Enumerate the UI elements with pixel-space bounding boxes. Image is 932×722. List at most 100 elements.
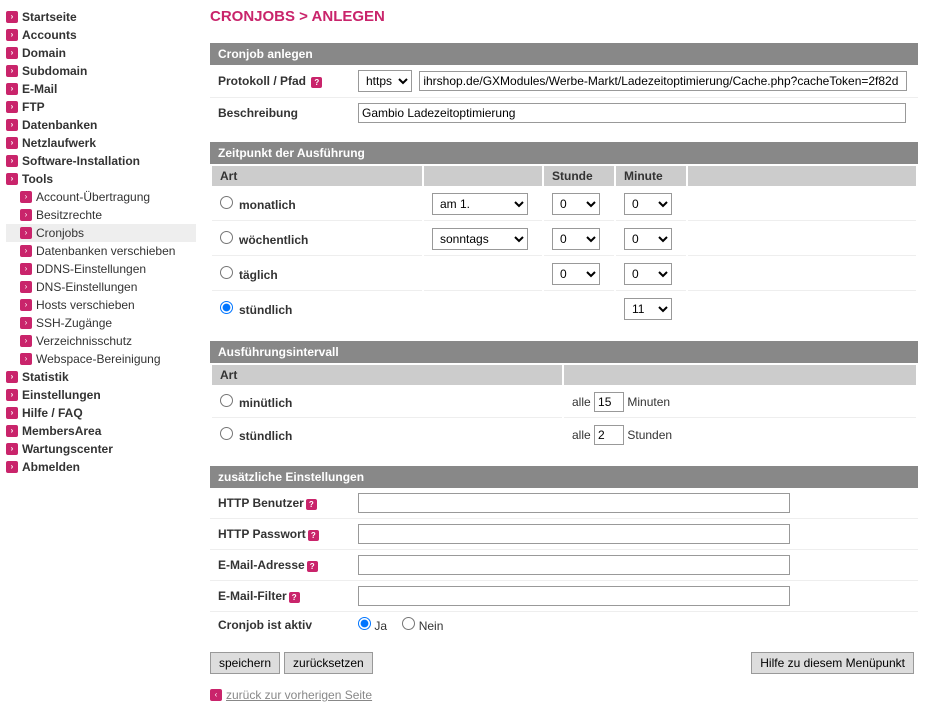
save-button[interactable]: speichern: [210, 652, 280, 674]
nav-netzlaufwerk[interactable]: ›Netzlaufwerk: [6, 134, 196, 152]
nav-bullet-icon: ›: [6, 371, 18, 383]
nav-label: Tools: [22, 172, 53, 186]
col-hour: Stunde: [544, 166, 614, 186]
section-cronjob-anlegen: Cronjob anlegen: [210, 43, 918, 65]
nav-hilfe[interactable]: ›Hilfe / FAQ: [6, 404, 196, 422]
nav-members[interactable]: › MembersArea: [6, 422, 196, 440]
nav-label: MembersArea: [22, 424, 101, 438]
minute-interval-input[interactable]: [594, 392, 624, 412]
daily-hour-select[interactable]: 0: [552, 263, 600, 285]
nav-label: Hilfe / FAQ: [22, 406, 83, 420]
description-input[interactable]: [358, 103, 906, 123]
nav-software[interactable]: › Software-Installation: [6, 152, 196, 170]
nav-bullet-icon: ›: [6, 65, 18, 77]
nav-account-uebertragung[interactable]: › Account-Übertragung: [6, 188, 196, 206]
nav-bullet-icon: ›: [6, 101, 18, 113]
http-user-input[interactable]: [358, 493, 790, 513]
monthly-hour-select[interactable]: 0: [552, 193, 600, 215]
nav-ftp[interactable]: ›FTP: [6, 98, 196, 116]
nav-datenbanken[interactable]: ›Datenbanken: [6, 116, 196, 134]
monthly-min-select[interactable]: 0: [624, 193, 672, 215]
radio-daily[interactable]: [220, 266, 233, 279]
nav-bullet-icon: ›: [6, 137, 18, 149]
back-link[interactable]: zurück zur vorherigen Seite: [226, 688, 372, 702]
nav-tools[interactable]: › Tools: [6, 170, 196, 188]
protocol-select[interactable]: https://: [358, 70, 412, 92]
radio-active-yes[interactable]: [358, 617, 371, 630]
nav-statistik[interactable]: ›Statistik: [6, 368, 196, 386]
nav-label: Software-Installation: [22, 154, 140, 168]
radio-weekly[interactable]: [220, 231, 233, 244]
nav-label: Wartungscenter: [22, 442, 113, 456]
nav-bullet-icon: ›: [6, 173, 18, 185]
nav-dns[interactable]: ›DNS-Einstellungen: [6, 278, 196, 296]
nav-einstellungen[interactable]: › Einstellungen: [6, 386, 196, 404]
nav-verzeichnisschutz[interactable]: ›Verzeichnisschutz: [6, 332, 196, 350]
path-input[interactable]: [419, 71, 907, 91]
daily-min-select[interactable]: 0: [624, 263, 672, 285]
nav-ssh[interactable]: ›SSH-Zugänge: [6, 314, 196, 332]
nav-cronjobs[interactable]: › Cronjobs: [6, 224, 196, 242]
nav-label: Abmelden: [22, 460, 80, 474]
weekly-day-select[interactable]: sonntags: [432, 228, 528, 250]
hourly-min-select[interactable]: 11: [624, 298, 672, 320]
help-icon[interactable]: ?: [307, 561, 318, 572]
nav-accounts[interactable]: ›Accounts: [6, 26, 196, 44]
help-icon[interactable]: ?: [289, 592, 300, 603]
nav-bullet-icon: ›: [20, 245, 32, 257]
nav-bullet-icon: ›: [6, 47, 18, 59]
email-addr-input[interactable]: [358, 555, 790, 575]
nav-bullet-icon: ›: [20, 191, 32, 203]
label-http-pass: HTTP Passwort: [218, 527, 306, 541]
nav-label: Datenbanken: [22, 118, 97, 132]
label-description: Beschreibung: [218, 106, 358, 120]
nav-label: Cronjobs: [36, 226, 84, 240]
nav-domain[interactable]: ›Domain: [6, 44, 196, 62]
email-filter-input[interactable]: [358, 586, 790, 606]
radio-monthly[interactable]: [220, 196, 233, 209]
nav-label: Einstellungen: [22, 388, 101, 402]
back-icon: ‹: [210, 689, 222, 701]
nav-hosts[interactable]: ›Hosts verschieben: [6, 296, 196, 314]
monthly-day-select[interactable]: am 1.: [432, 193, 528, 215]
nav-bullet-icon: ›: [6, 83, 18, 95]
help-icon[interactable]: ?: [308, 530, 319, 541]
nav-ddns[interactable]: ›DDNS-Einstellungen: [6, 260, 196, 278]
nav-subdomain[interactable]: ›Subdomain: [6, 62, 196, 80]
help-menu-button[interactable]: Hilfe zu diesem Menüpunkt: [751, 652, 914, 674]
nav-besitzrechte[interactable]: ›Besitzrechte: [6, 206, 196, 224]
nav-wartung[interactable]: › Wartungscenter: [6, 440, 196, 458]
col-art: Art: [212, 166, 422, 186]
nav-bullet-icon: ›: [20, 209, 32, 221]
nav-bullet-icon: ›: [6, 461, 18, 473]
nav-email[interactable]: › E-Mail: [6, 80, 196, 98]
schedule-row-weekly: wöchentlich sonntags 0 0: [212, 223, 916, 256]
nav-bullet-icon: ›: [6, 443, 18, 455]
nav-abmelden[interactable]: › Abmelden: [6, 458, 196, 476]
nav-bullet-icon: ›: [20, 227, 32, 239]
nav-bullet-icon: ›: [6, 389, 18, 401]
radio-hour-interval[interactable]: [220, 427, 233, 440]
radio-hourly[interactable]: [220, 301, 233, 314]
nav-label: Account-Übertragung: [36, 190, 150, 204]
nav-bullet-icon: ›: [20, 281, 32, 293]
hour-interval-input[interactable]: [594, 425, 624, 445]
reset-button[interactable]: zurücksetzen: [284, 652, 373, 674]
http-pass-input[interactable]: [358, 524, 790, 544]
nav-bullet-icon: ›: [6, 155, 18, 167]
interval-col-art: Art: [212, 365, 562, 385]
nav-label: Verzeichnisschutz: [36, 334, 132, 348]
interval-row-minute: minütlich alle Minuten: [212, 387, 916, 418]
nav-bullet-icon: ›: [6, 425, 18, 437]
nav-webspace[interactable]: ›Webspace-Bereinigung: [6, 350, 196, 368]
nav-startseite[interactable]: ›Startseite: [6, 8, 196, 26]
interval-table: Art minütlich alle Minuten stündlich all…: [210, 363, 918, 452]
radio-minute-interval[interactable]: [220, 394, 233, 407]
help-icon[interactable]: ?: [306, 499, 317, 510]
weekly-hour-select[interactable]: 0: [552, 228, 600, 250]
nav-label: E-Mail: [22, 82, 57, 96]
help-icon[interactable]: ?: [311, 77, 322, 88]
nav-db-verschieben[interactable]: ›Datenbanken verschieben: [6, 242, 196, 260]
weekly-min-select[interactable]: 0: [624, 228, 672, 250]
radio-active-no[interactable]: [402, 617, 415, 630]
